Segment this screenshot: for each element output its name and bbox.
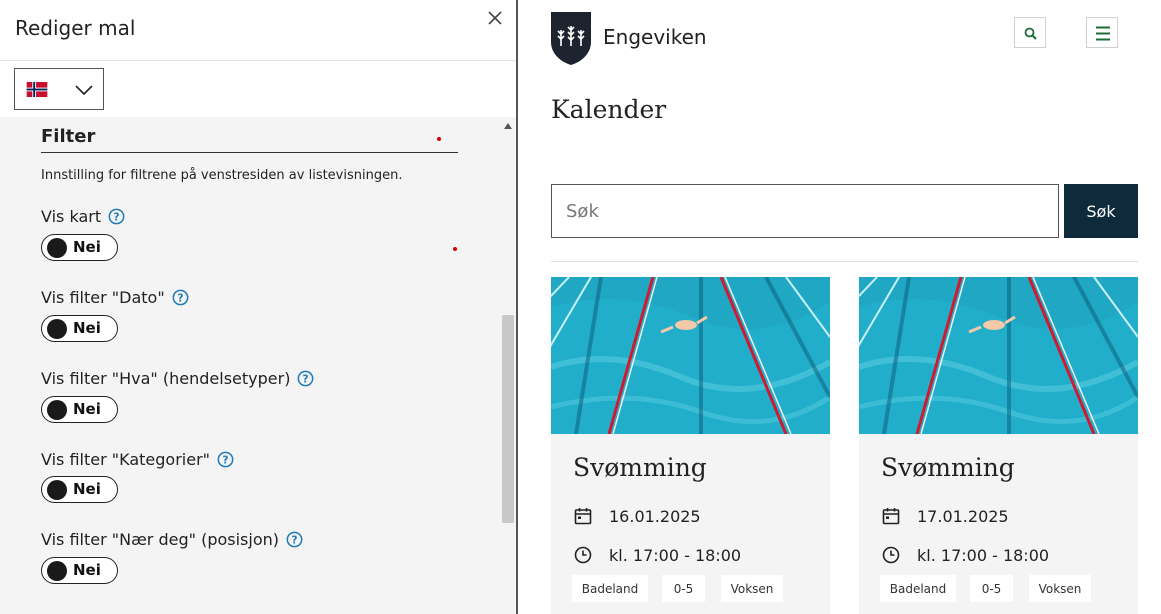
option-label-text: Vis filter "Hva" (hendelsetyper) (41, 369, 291, 388)
option-label-filter-dato: Vis filter "Dato" ? (41, 288, 189, 307)
close-icon (488, 11, 502, 25)
toggle-filter-hva[interactable]: Nei (41, 396, 118, 423)
toggle-state: Nei (73, 480, 101, 498)
editor-scroll-area: Filter Innstilling for filtrene på venst… (0, 117, 516, 614)
scroll-up-arrow-icon[interactable] (504, 123, 512, 129)
option-label-filter-naer-deg: Vis filter "Nær deg" (posisjon) ? (41, 530, 303, 549)
help-icon[interactable]: ? (297, 370, 314, 387)
required-marker (453, 247, 457, 251)
template-editor-panel: Rediger mal Filter Innstilling for filtr… (0, 0, 516, 614)
svg-text:?: ? (114, 211, 120, 223)
toggle-filter-naer-deg[interactable]: Nei (41, 557, 118, 584)
event-time-row: kl. 17:00 - 18:00 (881, 545, 1049, 565)
svg-text:?: ? (291, 534, 297, 546)
chevron-down-icon (75, 85, 93, 96)
site-search-button[interactable] (1014, 17, 1046, 48)
event-date: 16.01.2025 (609, 506, 701, 526)
hamburger-menu-icon (1096, 26, 1110, 41)
municipality-shield-logo[interactable] (551, 12, 591, 65)
event-date-row: 17.01.2025 (881, 506, 1009, 526)
swimming-pool-image (859, 277, 1138, 434)
language-bar (0, 61, 516, 117)
site-brand-name[interactable]: Engeviken (603, 25, 707, 49)
event-tag[interactable]: Badeland (572, 575, 648, 602)
toggle-state: Nei (73, 400, 101, 418)
calendar-search-input[interactable] (551, 184, 1059, 238)
toggle-knob (47, 560, 67, 581)
option-label-text: Vis kart (41, 207, 102, 226)
option-label-vis-kart: Vis kart ? (41, 207, 125, 226)
editor-header: Rediger mal (0, 0, 516, 61)
event-title: Svømming (573, 453, 707, 482)
norwegian-flag-icon (26, 82, 48, 97)
close-button[interactable] (485, 8, 505, 28)
clock-icon (882, 546, 900, 564)
event-date: 17.01.2025 (917, 506, 1009, 526)
option-label-filter-hva: Vis filter "Hva" (hendelsetyper) ? (41, 369, 314, 388)
event-card[interactable]: Svømming 17.01.2025 kl. 17:00 - 18:00 Ba… (859, 277, 1138, 614)
website-preview: Engeviken Kalender Søk Svømming (518, 0, 1161, 614)
language-select[interactable] (14, 68, 104, 110)
event-tag[interactable]: 0-5 (662, 575, 705, 602)
search-icon (1024, 27, 1037, 40)
filter-description: Innstilling for filtrene på venstresiden… (41, 168, 403, 183)
event-time-row: kl. 17:00 - 18:00 (573, 545, 741, 565)
filter-heading: Filter (41, 126, 96, 147)
calendar-icon (882, 508, 900, 525)
toggle-knob (47, 318, 67, 339)
editor-scrollbar[interactable] (500, 117, 516, 614)
section-separator (551, 261, 1138, 262)
help-icon[interactable]: ? (217, 451, 234, 468)
toggle-knob (47, 479, 67, 500)
option-label-text: Vis filter "Dato" (41, 288, 165, 307)
help-icon[interactable]: ? (286, 531, 303, 548)
event-tag[interactable]: Badeland (880, 575, 956, 602)
event-time: kl. 17:00 - 18:00 (917, 545, 1050, 565)
svg-text:?: ? (303, 373, 309, 385)
svg-text:?: ? (177, 292, 183, 304)
toggle-state: Nei (73, 319, 101, 337)
toggle-filter-dato[interactable]: Nei (41, 315, 118, 342)
event-tag[interactable]: Voksen (721, 575, 783, 602)
help-icon[interactable]: ? (108, 208, 125, 225)
required-marker (437, 137, 441, 141)
event-tag[interactable]: Voksen (1029, 575, 1091, 602)
clock-icon (574, 546, 592, 564)
svg-text:?: ? (223, 454, 229, 466)
filter-heading-underline (41, 152, 458, 153)
event-time: kl. 17:00 - 18:00 (609, 545, 742, 565)
toggle-vis-kart[interactable]: Nei (41, 234, 118, 261)
option-label-text: Vis filter "Nær deg" (posisjon) (41, 530, 279, 549)
calendar-search-button[interactable]: Søk (1064, 184, 1138, 238)
event-date-row: 16.01.2025 (573, 506, 701, 526)
toggle-state: Nei (73, 561, 101, 579)
option-label-filter-kategorier: Vis filter "Kategorier" ? (41, 450, 234, 469)
option-label-text: Vis filter "Kategorier" (41, 450, 211, 469)
event-title: Svømming (881, 453, 1015, 482)
editor-title: Rediger mal (15, 16, 136, 40)
page-title: Kalender (551, 95, 667, 124)
calendar-icon (574, 508, 592, 525)
scrollbar-thumb[interactable] (502, 315, 514, 523)
swimming-pool-image (551, 277, 830, 434)
toggle-filter-kategorier[interactable]: Nei (41, 476, 118, 503)
toggle-state: Nei (73, 238, 101, 256)
help-icon[interactable]: ? (172, 289, 189, 306)
toggle-knob (47, 399, 67, 420)
site-menu-button[interactable] (1086, 17, 1118, 48)
event-tag[interactable]: 0-5 (970, 575, 1013, 602)
toggle-knob (47, 237, 67, 258)
event-card[interactable]: Svømming 16.01.2025 kl. 17:00 - 18:00 Ba… (551, 277, 830, 614)
